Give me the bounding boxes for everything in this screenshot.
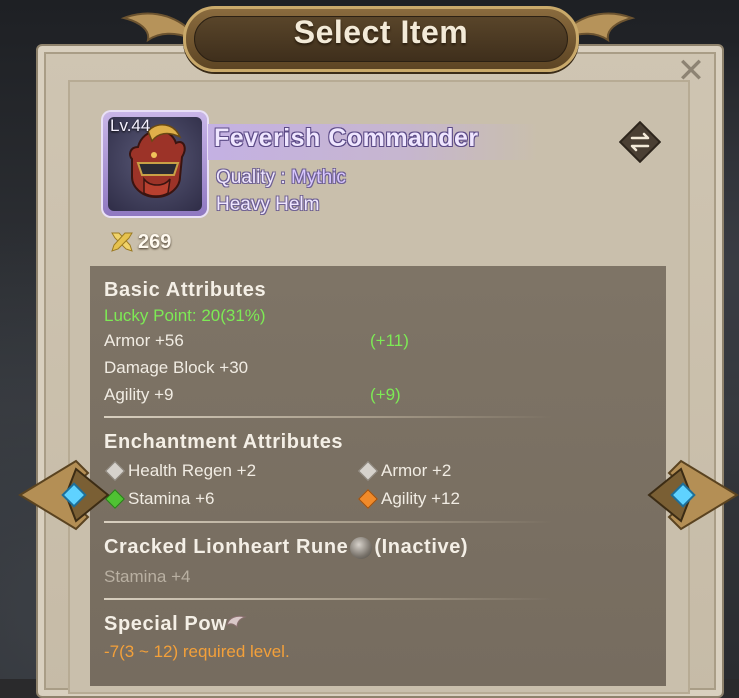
enchant-label: Agility +12 — [381, 489, 460, 508]
attr-armor: Armor +56 — [104, 331, 184, 350]
dialog-title: Select Item — [293, 14, 469, 50]
section-divider — [104, 521, 552, 523]
close-icon[interactable]: ✕ — [672, 54, 710, 88]
enchant-label: Armor +2 — [381, 461, 452, 480]
item-name: Feverish Commander — [214, 124, 479, 152]
banner-left-ornament — [120, 12, 190, 43]
enchantment-title: Enchantment Attributes — [104, 431, 344, 453]
rune-status: (Inactive) — [374, 536, 469, 558]
special-power-title: Special Pow — [104, 613, 248, 636]
attr-armor-bonus: (+11) — [370, 331, 409, 350]
enchant-agility: Agility +12 — [358, 489, 460, 509]
enchant-label: Stamina +6 — [128, 489, 215, 508]
enchant-stamina: Stamina +6 — [105, 489, 215, 509]
swap-arrows-icon[interactable] — [619, 121, 661, 163]
section-divider — [104, 416, 552, 418]
gray-gem-icon — [358, 461, 378, 481]
enchant-armor: Armor +2 — [358, 461, 452, 481]
quality-label: Quality : — [216, 167, 291, 188]
enchant-label: Health Regen +2 — [128, 461, 257, 480]
rune-stat: Stamina +4 — [104, 567, 191, 586]
special-power-requirement: -7(3 ~ 12) required level. — [104, 642, 290, 661]
wing-icon — [226, 615, 248, 629]
enchant-health-regen: Health Regen +2 — [105, 461, 257, 481]
orange-gem-icon — [358, 489, 378, 509]
item-power: 269 — [110, 230, 171, 254]
lucky-point: Lucky Point: 20(31%) — [104, 306, 266, 325]
next-item-arrow[interactable] — [645, 455, 739, 535]
rune-stone-icon — [350, 536, 373, 559]
item-type: Heavy Helm — [216, 194, 320, 215]
rune-name: Cracked Lionheart Rune — [104, 536, 349, 558]
attr-agility-bonus: (+9) — [370, 385, 401, 404]
item-level: Lv.44 — [110, 116, 151, 135]
item-quality: Quality : Mythic — [216, 167, 346, 189]
special-power-label: Special Pow — [104, 613, 228, 635]
section-divider — [104, 598, 552, 600]
attr-agility: Agility +9 — [104, 385, 174, 404]
basic-attributes-title: Basic Attributes — [104, 279, 267, 301]
crossed-swords-icon — [111, 232, 133, 252]
quality-value: Mythic — [290, 167, 346, 188]
attr-damage-block: Damage Block +30 — [104, 358, 249, 377]
rune-title: Cracked Lionheart Rune (Inactive) — [104, 536, 468, 559]
previous-item-arrow[interactable] — [16, 455, 112, 535]
power-value: 269 — [138, 230, 172, 253]
